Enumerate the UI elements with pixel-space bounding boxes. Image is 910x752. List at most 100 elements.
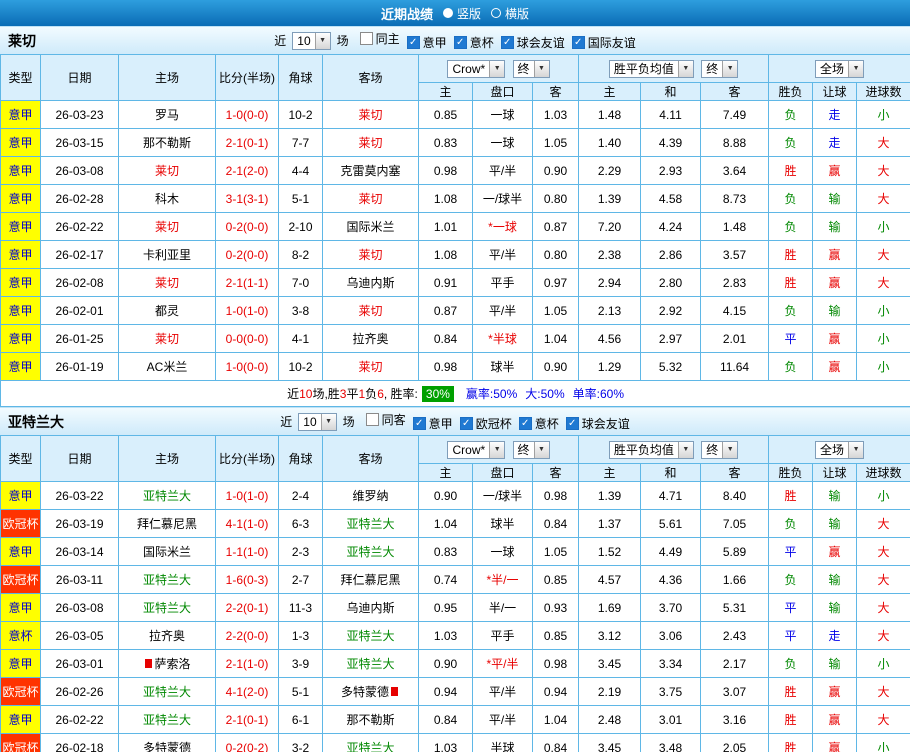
checkbox-label[interactable]: 意杯 [470, 34, 494, 51]
euro-home-odds: 1.39 [578, 184, 642, 213]
match-count-select[interactable]: 10 ▼ [292, 31, 331, 50]
checkbox-icon[interactable]: ✓ [565, 417, 579, 431]
checkbox-label[interactable]: 国际友谊 [588, 34, 636, 51]
filter-checkbox[interactable]: 同主 [359, 30, 400, 47]
league-cell: 意甲 [0, 705, 41, 734]
filter-checkbox[interactable]: 同客 [365, 411, 406, 428]
checkbox-icon[interactable] [359, 31, 373, 45]
filter-checkbox[interactable]: ✓ 欧冠杯 [459, 415, 512, 432]
euro-final-select[interactable]: 终 ▼ [701, 59, 739, 78]
checkbox-icon[interactable]: ✓ [518, 417, 532, 431]
away-team-cell: 莱切 [322, 296, 419, 325]
score-cell: 2-2(0-1) [215, 593, 279, 622]
result-cell: 平 [768, 324, 814, 353]
table-row: 意甲 26-03-01 萨索洛 2-1(1-0) 3-9 亚特兰大 0.90 *平/半 0.98… [0, 649, 910, 678]
filter-checkboxes: 同客 ✓ 意甲 ✓ 欧冠杯 ✓ 意杯 ✓ 球会友谊 [359, 411, 630, 433]
asian-away-odds: 1.03 [531, 100, 580, 129]
odds-company-select[interactable]: Crow* ▼ [447, 59, 506, 78]
asian-home-odds: 1.04 [418, 509, 473, 538]
euro-final-select[interactable]: 终 ▼ [701, 440, 739, 459]
checkbox-label[interactable]: 意甲 [429, 415, 453, 432]
corner-cell: 3-2 [278, 733, 323, 752]
corner-cell: 11-3 [278, 593, 323, 622]
euro-draw-odds: 5.61 [640, 509, 702, 538]
layout-option-label[interactable]: 竖版 [457, 5, 481, 22]
checkbox-icon[interactable] [365, 412, 379, 426]
result-cell: 胜 [768, 705, 814, 734]
away-team-cell: 拉齐奥 [322, 324, 419, 353]
asian-home-odds: 1.03 [418, 621, 473, 650]
checkbox-label[interactable]: 同主 [376, 30, 400, 47]
checkbox-icon[interactable]: ✓ [453, 36, 467, 50]
filter-checkbox[interactable]: ✓ 意甲 [406, 34, 447, 51]
checkbox-label[interactable]: 同客 [382, 411, 406, 428]
team-link: 莱切 [154, 332, 179, 346]
euro-away-odds: 2.43 [700, 621, 770, 650]
col-goals: 进球数 [856, 82, 910, 101]
team-link: 克雷莫内塞 [340, 164, 401, 178]
checkbox-icon[interactable]: ✓ [500, 36, 514, 50]
euro-odds-select[interactable]: 胜平负均值 ▼ [608, 59, 694, 78]
result-cell: 负 [768, 649, 814, 678]
filter-checkbox[interactable]: ✓ 球会友谊 [500, 34, 565, 51]
euro-home-odds: 2.38 [578, 240, 642, 269]
result-cell: 胜 [768, 156, 814, 185]
euro-away-odds: 1.48 [700, 212, 770, 241]
layout-option-horizontal[interactable]: 横版 [491, 5, 529, 22]
filter-checkbox[interactable]: ✓ 意甲 [412, 415, 453, 432]
away-team-cell: 亚特兰大 [322, 537, 419, 566]
odds-company-select[interactable]: Crow* ▼ [447, 440, 506, 459]
col-euro-away: 客 [700, 82, 770, 101]
asian-away-odds: 0.90 [531, 156, 580, 185]
home-team-cell: 莱切 [118, 268, 216, 297]
away-team-cell: 克雷莫内塞 [322, 156, 419, 185]
filters: 近 10 ▼ 场 同客 ✓ 意甲 ✓ 欧冠杯 ✓ 意杯 ✓ 球会友谊 [280, 411, 630, 433]
team-link: 卡利亚里 [142, 248, 191, 262]
league-cell: 欧冠杯 [0, 565, 41, 594]
team-section-lecce: 莱切 近 10 ▼ 场 同主 ✓ 意甲 ✓ 意杯 ✓ 球会友谊 ✓ 国际友谊 类型 日期 主场 比… [0, 26, 910, 407]
home-team-cell: 亚特兰大 [118, 565, 216, 594]
scope-select[interactable]: 全场 ▼ [815, 440, 865, 459]
filter-checkbox[interactable]: ✓ 国际友谊 [571, 34, 636, 51]
asian-handicap: 一球 [472, 537, 533, 566]
radio-selected-icon[interactable] [442, 8, 453, 18]
checkbox-label[interactable]: 意杯 [535, 415, 559, 432]
asian-away-odds: 0.85 [531, 621, 580, 650]
euro-draw-odds: 2.97 [640, 324, 702, 353]
col-euro-draw: 和 [640, 82, 702, 101]
layout-option-label[interactable]: 横版 [505, 5, 529, 22]
team-link: 萨索洛 [154, 657, 191, 671]
score-cell: 1-6(0-3) [215, 565, 279, 594]
match-count-select[interactable]: 10 ▼ [298, 412, 337, 431]
scope-select[interactable]: 全场 ▼ [815, 59, 865, 78]
checkbox-icon[interactable]: ✓ [406, 36, 420, 50]
radio-unselected-icon[interactable] [491, 8, 501, 18]
away-team-cell: 亚特兰大 [322, 649, 419, 678]
filter-checkbox[interactable]: ✓ 意杯 [518, 415, 559, 432]
team-link: 莱切 [358, 108, 383, 122]
table-row: 意甲 26-03-15 那不勒斯 2-1(0-1) 7-7 莱切 0.83 一球 1.05 1.4… [0, 128, 910, 157]
asian-away-odds: 0.84 [531, 733, 580, 752]
checkbox-label[interactable]: 球会友谊 [582, 415, 630, 432]
filter-checkbox[interactable]: ✓ 球会友谊 [565, 415, 630, 432]
checkbox-label[interactable]: 意甲 [423, 34, 447, 51]
filter-checkbox[interactable]: ✓ 意杯 [453, 34, 494, 51]
euro-odds-select[interactable]: 胜平负均值 ▼ [608, 440, 694, 459]
away-team-cell: 莱切 [322, 100, 419, 129]
checkbox-icon[interactable]: ✓ [459, 417, 473, 431]
asian-final-select[interactable]: 终 ▼ [512, 59, 550, 78]
checkbox-icon[interactable]: ✓ [412, 417, 426, 431]
euro-away-odds: 1.66 [700, 565, 770, 594]
layout-option-vertical[interactable]: 竖版 [442, 5, 481, 22]
euro-home-odds: 1.37 [578, 509, 642, 538]
team-link: 莱切 [358, 136, 383, 150]
asian-final-select[interactable]: 终 ▼ [512, 440, 550, 459]
checkbox-icon[interactable]: ✓ [571, 36, 585, 50]
goals-result-cell: 小 [856, 733, 910, 752]
table-row: 意甲 26-02-17 卡利亚里 0-2(0-0) 8-2 莱切 1.08 平/半 0.80 2.… [0, 240, 910, 269]
checkbox-label[interactable]: 欧冠杯 [476, 415, 512, 432]
asian-away-odds: 0.80 [531, 184, 580, 213]
home-team-cell: 拜仁慕尼黑 [118, 509, 216, 538]
checkbox-label[interactable]: 球会友谊 [517, 34, 565, 51]
goals-result-cell: 大 [856, 705, 910, 734]
